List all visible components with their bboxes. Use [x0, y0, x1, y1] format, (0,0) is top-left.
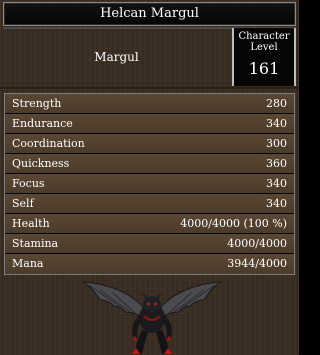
stat-name: Strength — [12, 97, 62, 110]
window-title: Helcan Margul — [3, 2, 296, 26]
stat-name: Health — [12, 217, 50, 230]
level-label-line1: Character — [238, 31, 290, 42]
stat-name: Self — [12, 197, 34, 210]
stat-name: Mana — [12, 257, 44, 270]
stat-value: 300 — [266, 137, 287, 150]
stat-row-focus: Focus 340 — [5, 174, 294, 194]
level-value: 161 — [248, 59, 280, 78]
stat-row-mana: Mana 3944/4000 — [5, 254, 294, 274]
stat-value: 340 — [266, 117, 287, 130]
stat-value: 4000/4000 (100 %) — [180, 217, 287, 230]
stat-value: 340 — [266, 197, 287, 210]
level-box: Character Level 161 — [232, 28, 296, 86]
stats-list: Strength 280 Endurance 340 Coordination … — [4, 93, 295, 275]
stat-row-stamina: Stamina 4000/4000 — [5, 234, 294, 254]
winged-creature-portrait-icon — [82, 281, 222, 354]
stat-value: 4000/4000 — [227, 237, 287, 250]
stat-name: Quickness — [12, 157, 70, 170]
stat-name: Stamina — [12, 237, 59, 250]
level-label-line2: Level — [250, 42, 278, 53]
stat-row-quickness: Quickness 360 — [5, 154, 294, 174]
stat-row-endurance: Endurance 340 — [5, 114, 294, 134]
stat-row-coordination: Coordination 300 — [5, 134, 294, 154]
stats-divider — [0, 87, 299, 89]
stat-row-strength: Strength 280 — [5, 94, 294, 114]
stat-value: 340 — [266, 177, 287, 190]
stat-name: Endurance — [12, 117, 73, 130]
stat-row-health: Health 4000/4000 (100 %) — [5, 214, 294, 234]
stat-row-self: Self 340 — [5, 194, 294, 214]
stat-name: Coordination — [12, 137, 85, 150]
stat-value: 360 — [266, 157, 287, 170]
creature-appraisal-panel: Helcan Margul Margul Character Level 161… — [0, 0, 299, 355]
stat-value: 3944/4000 — [227, 257, 287, 270]
stat-name: Focus — [12, 177, 45, 190]
stat-value: 280 — [266, 97, 287, 110]
character-name: Margul — [94, 50, 139, 64]
level-label: Character Level — [234, 28, 294, 53]
